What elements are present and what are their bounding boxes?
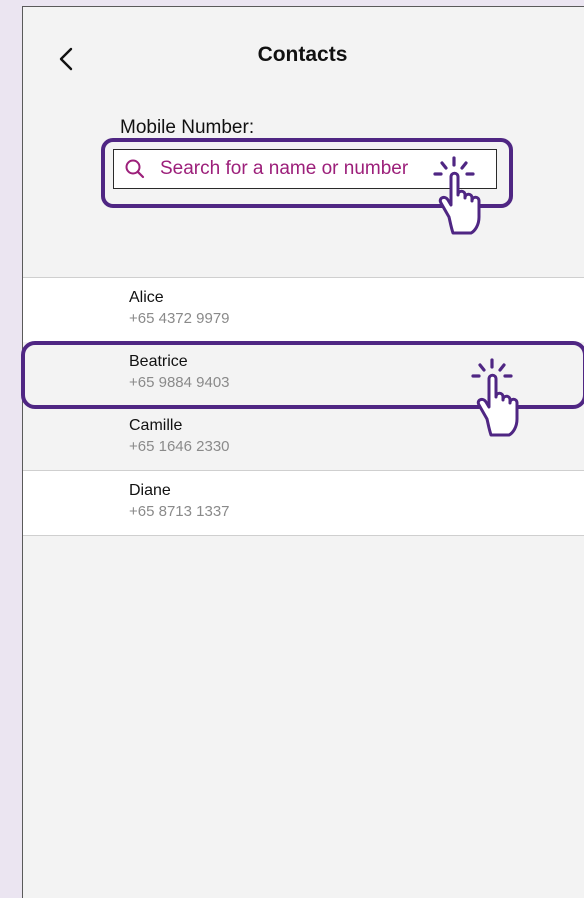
search-icon <box>124 157 148 181</box>
search-placeholder: Search for a name or number <box>160 158 409 179</box>
contact-name: Diane <box>129 482 171 499</box>
contact-phone: +65 8713 1337 <box>129 503 230 520</box>
contact-item-diane[interactable]: Diane +65 8713 1337 <box>23 471 584 535</box>
contact-name: Camille <box>129 417 183 434</box>
contact-phone: +65 4372 9979 <box>129 310 230 327</box>
contact-item-alice[interactable]: Alice +65 4372 9979 <box>23 278 584 342</box>
contact-name: Alice <box>129 289 164 306</box>
contact-item-camille[interactable]: Camille +65 1646 2330 <box>23 406 584 470</box>
page-title: Contacts <box>257 43 348 66</box>
mobile-number-label: Mobile Number: <box>120 117 255 138</box>
divider <box>23 535 584 536</box>
phone-screen: Contacts Mobile Number: Search for a nam… <box>21 6 584 898</box>
contact-phone: +65 1646 2330 <box>129 438 230 455</box>
contact-highlight-frame <box>21 341 584 409</box>
search-input[interactable]: Search for a name or number <box>113 149 497 189</box>
